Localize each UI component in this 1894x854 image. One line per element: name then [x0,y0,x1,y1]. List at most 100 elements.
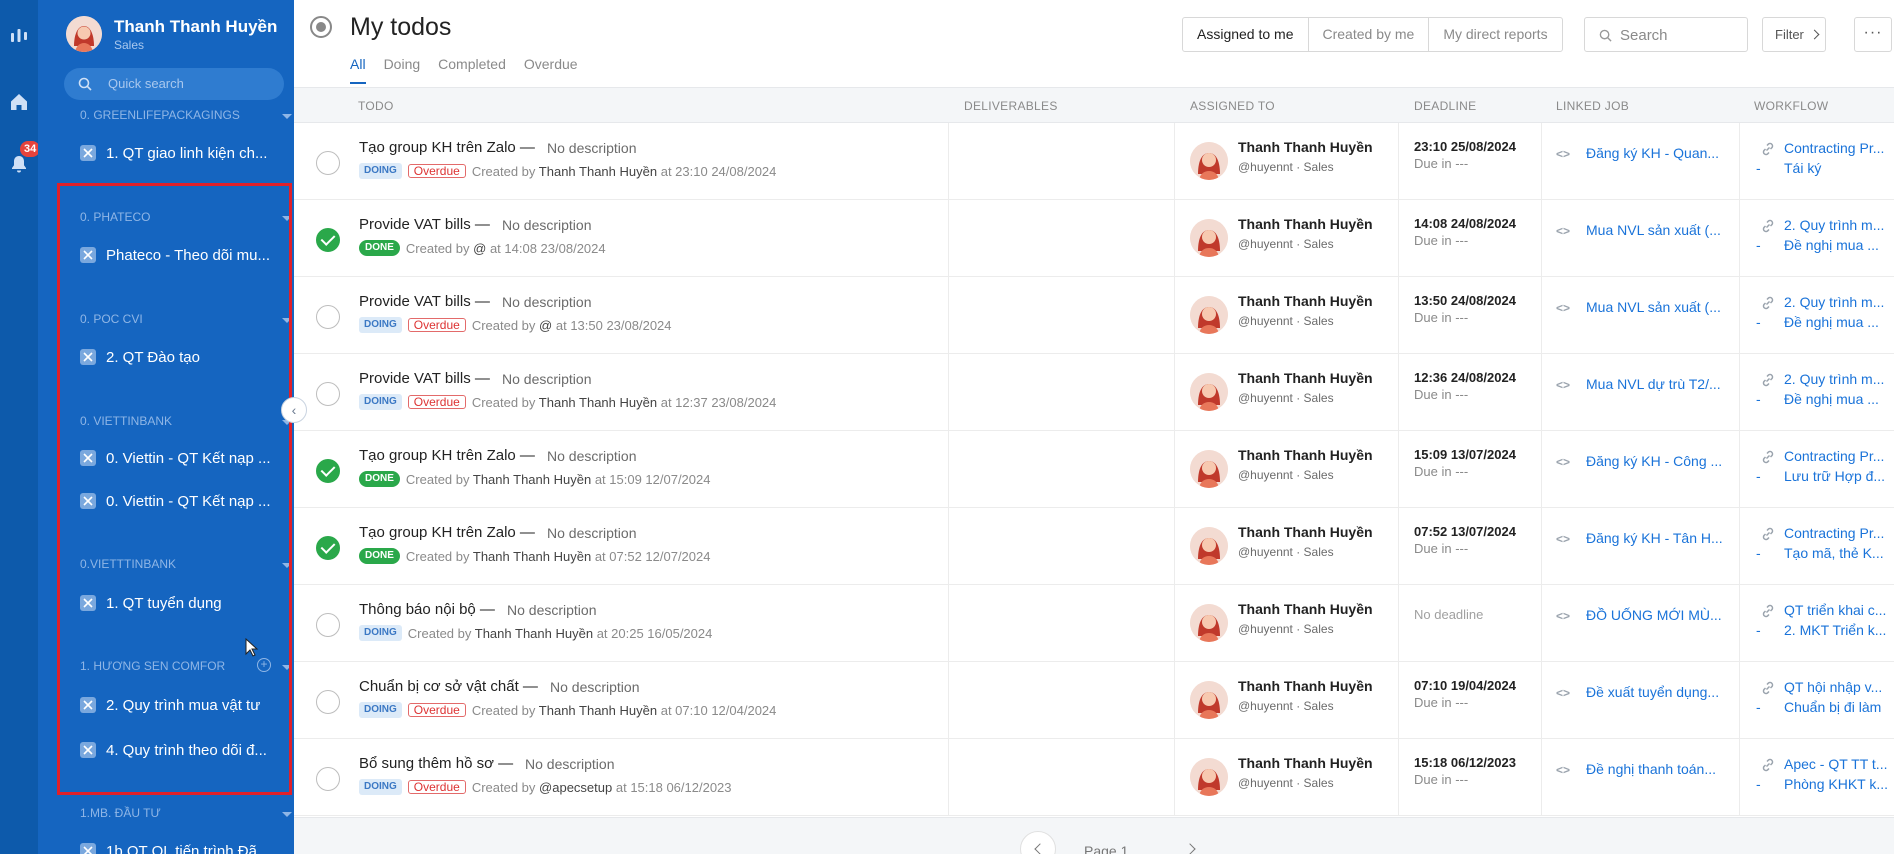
deadline-due: Due in --- [1414,772,1469,787]
created-by-me-button[interactable]: Created by me [1307,18,1429,51]
linked-job-link[interactable]: Đăng ký KH - Tân H... [1586,530,1726,546]
assignee-name[interactable]: Thanh Thanh Huyền [1238,755,1373,771]
assignee-name[interactable]: Thanh Thanh Huyền [1238,139,1373,155]
linked-job-link[interactable]: ĐỒ UỐNG MỚI MÙ... [1586,607,1726,623]
more-button[interactable]: ··· [1854,17,1892,52]
todo-status-icon [310,16,332,38]
linked-job-link[interactable]: Đề nghị thanh toán... [1586,761,1726,777]
todo-title[interactable]: Tạo group KH trên Zalo — [359,139,535,156]
home-icon[interactable] [9,92,29,112]
assignee-name[interactable]: Thanh Thanh Huyền [1238,447,1373,463]
tab-all[interactable]: All [350,56,366,84]
assignee-name[interactable]: Thanh Thanh Huyền [1238,370,1373,386]
filter-tabs: All Doing Completed Overdue [350,56,578,84]
user-profile[interactable]: Thanh Thanh Huyền Sales [66,14,286,54]
todo-title[interactable]: Tạo group KH trên Zalo — [359,447,535,464]
sidebar-item[interactable]: 1. QT giao linh kiện ch... [80,142,290,164]
workflow-step-link[interactable]: Tạo mã, thẻ K... [1784,545,1894,561]
quick-search-input[interactable]: Quick search [64,68,284,100]
col-todo[interactable]: TODO [358,99,394,113]
assignee-name[interactable]: Thanh Thanh Huyền [1238,678,1373,694]
workflow-link[interactable]: Contracting Pr... [1784,140,1894,156]
col-assigned-to[interactable]: ASSIGNED TO [1190,99,1275,113]
divider [1541,123,1542,200]
collapse-sidebar-button[interactable]: ‹ [281,397,307,423]
workflow-step-link[interactable]: Tái ký [1784,160,1894,176]
status-badge: DONE [359,471,400,487]
col-deadline[interactable]: DEADLINE [1414,99,1476,113]
prev-page-button[interactable] [1020,831,1056,854]
table-row[interactable]: Tạo group KH trên Zalo — No description DO… [294,508,1894,585]
complete-checkbox[interactable] [316,536,340,560]
tab-overdue[interactable]: Overdue [524,56,578,84]
table-row[interactable]: Provide VAT bills — No description DONE Cre… [294,200,1894,277]
complete-checkbox[interactable] [316,305,340,329]
complete-checkbox[interactable] [316,151,340,175]
col-linked-job[interactable]: LINKED JOB [1556,99,1629,113]
workflow-link[interactable]: 2. Quy trình m... [1784,294,1894,310]
workflow-link[interactable]: Apec - QT TT t... [1784,756,1894,772]
tab-doing[interactable]: Doing [384,56,421,84]
complete-checkbox[interactable] [316,382,340,406]
workflow-link[interactable]: 2. Quy trình m... [1784,371,1894,387]
linked-job-link[interactable]: Đề xuất tuyển dụng... [1586,684,1726,700]
workflow-step-link[interactable]: Đề nghị mua ... [1784,237,1894,253]
workflow-link[interactable]: 2. Quy trình m... [1784,217,1894,233]
todo-title[interactable]: Thông báo nội bộ — [359,601,495,618]
linked-job-link[interactable]: Đăng ký KH - Công ... [1586,453,1726,469]
col-deliverables[interactable]: DELIVERABLES [964,99,1058,113]
assignee-name[interactable]: Thanh Thanh Huyền [1238,524,1373,540]
created-info: Created by @ at 14:08 23/08/2024 [405,240,606,256]
table-row[interactable]: Thông báo nội bộ — No description DOING Cre… [294,585,1894,662]
todo-title[interactable]: Bổ sung thêm hồ sơ — [359,755,513,772]
assigned-to-me-button[interactable]: Assigned to me [1183,18,1308,51]
complete-checkbox[interactable] [316,690,340,714]
link-icon [1760,372,1776,393]
table-row[interactable]: Tạo group KH trên Zalo — No description DO… [294,431,1894,508]
app-logo-icon[interactable] [9,26,29,46]
workflow-step-link[interactable]: Chuẩn bị đi làm [1784,699,1894,715]
assignee-name[interactable]: Thanh Thanh Huyền [1238,601,1373,617]
sidebar-item[interactable]: 1b QT QL tiến trình Đã... [80,840,290,854]
todo-title[interactable]: Tạo group KH trên Zalo — [359,524,535,541]
workflow-link[interactable]: Contracting Pr... [1784,525,1894,541]
workflow-step-link[interactable]: Đề nghị mua ... [1784,391,1894,407]
chevron-down-icon[interactable] [282,114,292,119]
workflow-link[interactable]: Contracting Pr... [1784,448,1894,464]
tab-completed[interactable]: Completed [438,56,506,84]
assignee-name[interactable]: Thanh Thanh Huyền [1238,293,1373,309]
linked-job-link[interactable]: Đăng ký KH - Quan... [1586,145,1726,161]
direct-reports-button[interactable]: My direct reports [1428,18,1561,51]
filter-button[interactable]: Filter [1762,17,1826,52]
complete-checkbox[interactable] [316,613,340,637]
table-row[interactable]: Bổ sung thêm hồ sơ — No description DOING O… [294,739,1894,816]
bell-icon[interactable] [9,154,29,174]
todo-title[interactable]: Provide VAT bills — [359,370,490,387]
col-workflow[interactable]: WORKFLOW [1754,99,1828,113]
todo-title[interactable]: Provide VAT bills — [359,216,490,233]
complete-checkbox[interactable] [316,459,340,483]
todo-title[interactable]: Provide VAT bills — [359,293,490,310]
todo-title[interactable]: Chuẩn bị cơ sở vật chất — [359,678,538,695]
workflow-link[interactable]: QT triển khai c... [1784,602,1894,618]
divider [1739,277,1740,354]
workflow-link[interactable]: QT hội nhập v... [1784,679,1894,695]
linked-job-link[interactable]: Mua NVL dự trù T2/... [1586,376,1726,392]
linked-job-link[interactable]: Mua NVL sản xuất (... [1586,222,1726,238]
workflow-step-link[interactable]: Lưu trữ Hợp đ... [1784,468,1894,484]
complete-checkbox[interactable] [316,767,340,791]
table-row[interactable]: Provide VAT bills — No description DOING Ov… [294,277,1894,354]
divider [1739,123,1740,200]
table-row[interactable]: Provide VAT bills — No description DOING Ov… [294,354,1894,431]
linked-job-link[interactable]: Mua NVL sản xuất (... [1586,299,1726,315]
workflow-step-link[interactable]: 2. MKT Triển k... [1784,622,1894,638]
search-input[interactable]: Search [1584,17,1748,52]
workflow-step-link[interactable]: Đề nghị mua ... [1784,314,1894,330]
workflow-step-link[interactable]: Phòng KHKT k... [1784,776,1894,792]
table-row[interactable]: Chuẩn bị cơ sở vật chất — No description D… [294,662,1894,739]
table-row[interactable]: Tạo group KH trên Zalo — No description DO… [294,123,1894,200]
next-page-button[interactable] [1174,831,1210,854]
complete-checkbox[interactable] [316,228,340,252]
chevron-down-icon[interactable] [282,812,292,817]
assignee-name[interactable]: Thanh Thanh Huyền [1238,216,1373,232]
